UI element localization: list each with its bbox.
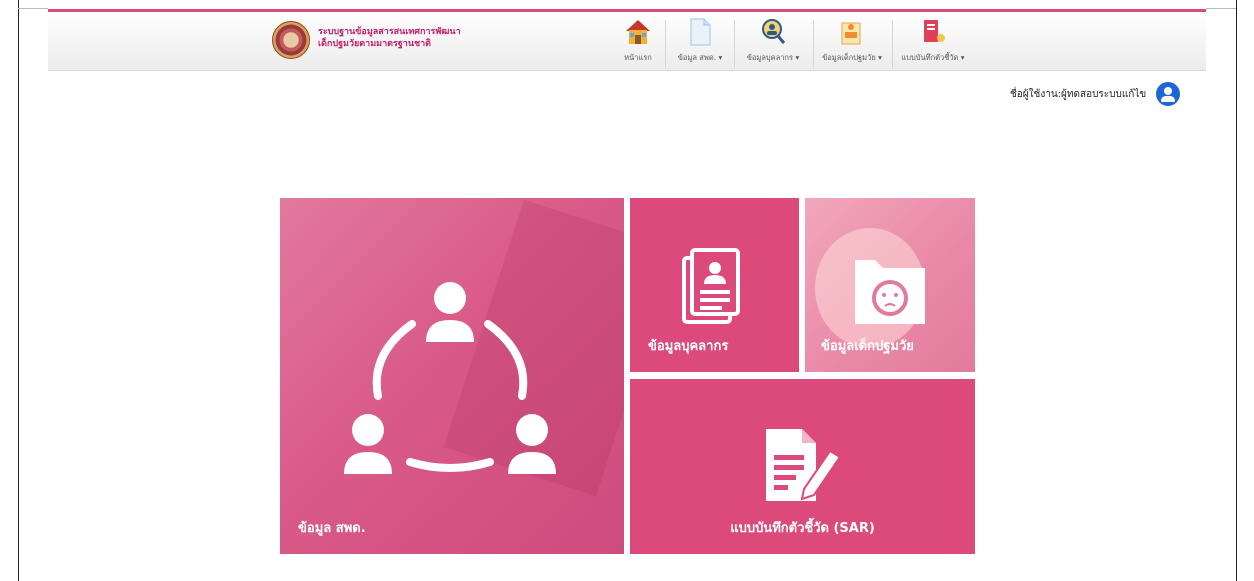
top-rule-left bbox=[18, 8, 48, 9]
nav-personnel[interactable]: ข้อมูลบุคลากร ▾ bbox=[740, 18, 806, 68]
right-border bbox=[1236, 0, 1237, 581]
nav-centers[interactable]: ข้อมูล สพด. ▾ bbox=[672, 18, 728, 68]
nav-centers-label: ข้อมูล สพด. ▾ bbox=[677, 53, 723, 62]
report-book-icon bbox=[920, 18, 946, 46]
user-name: ชื่อผู้ใช้งาน:ผู้ทดสอบระบบแก้ไข bbox=[1010, 88, 1147, 100]
nav-home[interactable]: หน้าแรก bbox=[618, 18, 658, 68]
tile-personnel-label: ข้อมูลบุคลากร bbox=[648, 339, 729, 354]
nav-divider bbox=[665, 20, 666, 68]
brand-title-line2: เด็กปฐมวัยตามมาตรฐานชาติ bbox=[318, 39, 431, 49]
brand[interactable]: ระบบฐานข้อมูลสารสนเทศการพัฒนา เด็กปฐมวัย… bbox=[272, 21, 512, 61]
tile-centers-label: ข้อมูล สพด. bbox=[298, 521, 366, 536]
top-rule-right bbox=[1206, 8, 1236, 9]
group-network-icon bbox=[344, 282, 556, 474]
report-edit-icon bbox=[766, 429, 842, 501]
nav-indicators[interactable]: แบบบันทึกตัวชี้วัด ▾ bbox=[896, 18, 970, 68]
tile-centers[interactable]: ข้อมูล สพด. bbox=[280, 198, 624, 554]
tile-sar[interactable]: แบบบันทึกตัวชี้วัด (SAR) bbox=[630, 379, 975, 554]
nav-children-label: ข้อมูลเด็กปฐมวัย ▾ bbox=[822, 53, 882, 62]
nav-divider bbox=[734, 20, 735, 68]
tile-sar-label: แบบบันทึกตัวชี้วัด (SAR) bbox=[730, 521, 875, 536]
top-navbar: ระบบฐานข้อมูลสารสนเทศการพัฒนา เด็กปฐมวัย… bbox=[48, 9, 1206, 71]
brand-title-line1: ระบบฐานข้อมูลสารสนเทศการพัฒนา bbox=[318, 27, 461, 37]
tile-children[interactable]: ข้อมูลเด็กปฐมวัย bbox=[805, 198, 975, 372]
nav-divider bbox=[892, 20, 893, 68]
brand-title: ระบบฐานข้อมูลสารสนเทศการพัฒนา เด็กปฐมวัย… bbox=[318, 26, 461, 50]
tile-personnel[interactable]: ข้อมูลบุคลากร bbox=[630, 198, 799, 372]
nav-indicators-label: แบบบันทึกตัวชี้วัด ▾ bbox=[901, 53, 965, 62]
child-doc-icon bbox=[839, 18, 865, 46]
home-icon bbox=[625, 18, 651, 46]
tile-children-label: ข้อมูลเด็กปฐมวัย bbox=[821, 339, 914, 354]
nav-divider bbox=[813, 20, 814, 68]
nav-home-label: หน้าแรก bbox=[624, 53, 652, 62]
page-frame: ระบบฐานข้อมูลสารสนเทศการพัฒนา เด็กปฐมวัย… bbox=[0, 0, 1254, 581]
left-border bbox=[18, 0, 19, 581]
user-info[interactable]: ชื่อผู้ใช้งาน:ผู้ทดสอบระบบแก้ไข bbox=[1010, 82, 1181, 106]
nav-personnel-label: ข้อมูลบุคลากร ▾ bbox=[746, 53, 800, 62]
user-circle-icon[interactable] bbox=[1156, 82, 1181, 106]
document-icon bbox=[687, 18, 713, 46]
seal-logo-icon bbox=[272, 21, 310, 59]
personnel-search-icon bbox=[760, 18, 786, 46]
personnel-document-icon bbox=[682, 248, 740, 324]
nav-children[interactable]: ข้อมูลเด็กปฐมวัย ▾ bbox=[818, 18, 886, 68]
child-folder-icon bbox=[855, 260, 925, 324]
